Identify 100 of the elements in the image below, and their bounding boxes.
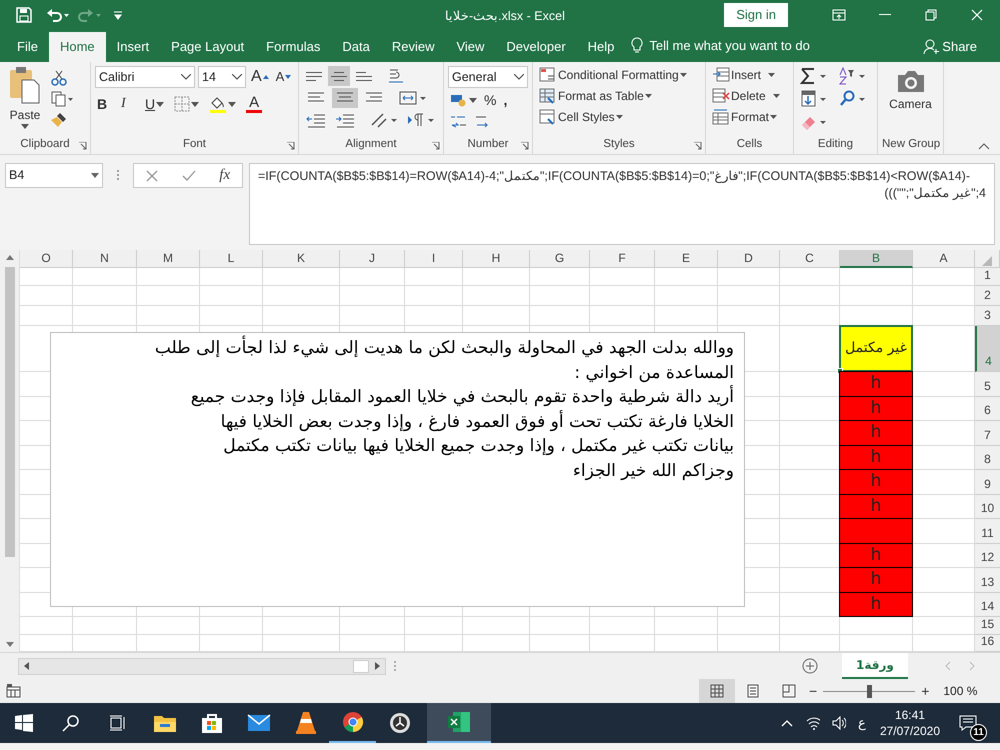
- ribbon-tab[interactable]: Formulas: [255, 32, 332, 62]
- spreadsheet-cell[interactable]: h: [839, 494, 913, 519]
- ribbon-tab[interactable]: Help: [576, 32, 626, 62]
- row-header[interactable]: 5: [975, 372, 1000, 397]
- row-header[interactable]: 12: [975, 544, 1000, 568]
- zoom-out-button[interactable]: −: [807, 682, 820, 700]
- copy-button[interactable]: [49, 90, 75, 108]
- cell-styles-button[interactable]: Cell Styles: [537, 108, 701, 126]
- row-header[interactable]: 15: [975, 617, 1000, 635]
- clock-date[interactable]: 27/07/2020: [880, 723, 940, 739]
- vertical-scrollbar[interactable]: [0, 250, 20, 652]
- row-header[interactable]: 7: [975, 421, 1000, 446]
- column-header[interactable]: J: [340, 250, 405, 268]
- font-name-field[interactable]: Calibri: [95, 66, 195, 88]
- column-header[interactable]: I: [405, 250, 463, 268]
- spreadsheet-cell[interactable]: h: [839, 567, 913, 593]
- dialog-launcher-icon[interactable]: [694, 142, 702, 150]
- spreadsheet-cell[interactable]: h: [839, 469, 913, 495]
- clock-time[interactable]: 16:41: [880, 707, 940, 723]
- row-header[interactable]: 3: [975, 306, 1000, 326]
- column-header[interactable]: K: [263, 250, 340, 268]
- insert-cells-button[interactable]: Insert: [710, 66, 789, 84]
- ribbon-tab[interactable]: Insert: [106, 32, 160, 62]
- column-header[interactable]: A: [913, 250, 975, 268]
- format-as-table-button[interactable]: Format as Table: [537, 87, 701, 105]
- spreadsheet-cell[interactable]: h: [839, 420, 913, 446]
- format-cells-button[interactable]: Format: [710, 108, 789, 126]
- column-header[interactable]: M: [137, 250, 200, 268]
- row-header[interactable]: 11: [975, 519, 1000, 544]
- grow-font-button[interactable]: A: [249, 68, 271, 86]
- borders-button[interactable]: [172, 95, 202, 113]
- horizontal-scrollbar[interactable]: [18, 658, 386, 674]
- middle-align-button[interactable]: [328, 66, 350, 86]
- number-format-field[interactable]: General: [448, 66, 528, 88]
- ribbon-tab[interactable]: Data: [331, 32, 381, 62]
- lightbulb-button[interactable]: [631, 36, 644, 56]
- row-header[interactable]: 10: [975, 495, 1000, 519]
- column-header[interactable]: E: [655, 250, 718, 268]
- dialog-launcher-icon[interactable]: [79, 142, 87, 150]
- row-header[interactable]: 9: [975, 470, 1000, 495]
- sheet-tab[interactable]: ورقة1: [842, 653, 908, 679]
- macro-recording-icon[interactable]: [6, 684, 22, 698]
- insert-function-button[interactable]: fx: [219, 164, 230, 187]
- delete-cells-button[interactable]: Delete: [710, 87, 789, 105]
- excel-button[interactable]: [427, 703, 491, 743]
- spreadsheet-cell[interactable]: [839, 518, 913, 544]
- zoom-in-button[interactable]: +: [919, 682, 932, 700]
- scroll-up-icon[interactable]: [4, 253, 14, 261]
- column-header[interactable]: H: [463, 250, 530, 268]
- zoom-level[interactable]: 100 %: [943, 682, 978, 700]
- scroll-down-icon[interactable]: [4, 641, 14, 649]
- column-header[interactable]: O: [20, 250, 73, 268]
- collapse-ribbon-icon[interactable]: [978, 142, 990, 150]
- paste-button[interactable]: Paste: [4, 66, 46, 136]
- ribbon-tab[interactable]: Review: [380, 32, 446, 62]
- column-header[interactable]: G: [530, 250, 590, 268]
- bold-button[interactable]: B: [95, 95, 113, 113]
- add-sheet-icon[interactable]: [802, 658, 818, 674]
- formula-field[interactable]: =IF(COUNTA($B$5:$B$14)=ROW($A14)-4;"مكتمل";IF(COUNTA($B$5:$B$14)=0;"فارغ";IF(COUNTA($B$5:$B$14)<ROW($A14)- 4;"غير مكتمل";""))): [249, 163, 995, 245]
- align-center-button[interactable]: [332, 88, 358, 108]
- row-header[interactable]: 6: [975, 397, 1000, 421]
- conditional-formatting-button[interactable]: Conditional Formatting: [537, 66, 701, 84]
- currency-button[interactable]: [448, 92, 479, 108]
- font-size-field[interactable]: 14: [198, 66, 246, 88]
- input-language-indicator[interactable]: ع: [852, 713, 872, 733]
- sort-filter-button[interactable]: [836, 66, 868, 86]
- column-header[interactable]: N: [73, 250, 137, 268]
- comma-button[interactable]: ,: [501, 91, 510, 109]
- checkmark-icon[interactable]: [182, 170, 196, 182]
- row-header[interactable]: 13: [975, 568, 1000, 593]
- spreadsheet-cell[interactable]: غير مكتمل: [839, 325, 913, 372]
- scroll-right-icon[interactable]: [372, 661, 382, 671]
- resize-handle-icon[interactable]: [392, 659, 398, 673]
- spreadsheet-cell[interactable]: h: [839, 445, 913, 470]
- column-header[interactable]: D: [718, 250, 780, 268]
- search-field[interactable]: Tell me what you want to do: [649, 36, 810, 56]
- zoom-slider-thumb[interactable]: [867, 684, 872, 698]
- ribbon-tab[interactable]: Page Layout: [160, 32, 256, 62]
- spreadsheet-cell[interactable]: h: [839, 371, 913, 397]
- column-header[interactable]: F: [590, 250, 655, 268]
- ribbon-tab[interactable]: Developer: [495, 32, 577, 62]
- normal-view-button[interactable]: [699, 679, 735, 703]
- dialog-launcher-icon[interactable]: [521, 142, 529, 150]
- cancel-icon[interactable]: [146, 170, 158, 182]
- column-header[interactable]: B: [840, 250, 913, 268]
- sign-in-button[interactable]: Sign in: [724, 3, 788, 27]
- column-header[interactable]: C: [780, 250, 840, 268]
- font-color-button[interactable]: A: [244, 94, 264, 114]
- column-header[interactable]: L: [200, 250, 263, 268]
- text-box[interactable]: [50, 332, 745, 607]
- percent-button[interactable]: %: [482, 91, 498, 109]
- row-header[interactable]: 1: [975, 268, 1000, 286]
- scrollbar-thumb[interactable]: [4, 267, 14, 557]
- shrink-font-button[interactable]: A: [274, 68, 294, 86]
- notifications-button[interactable]: 11: [948, 703, 988, 743]
- scrollbar-thumb[interactable]: [353, 660, 369, 672]
- dialog-launcher-icon[interactable]: [287, 142, 295, 150]
- row-header[interactable]: 16: [975, 635, 1000, 652]
- row-header[interactable]: 8: [975, 446, 1000, 470]
- ribbon-tab[interactable]: Home: [48, 32, 106, 62]
